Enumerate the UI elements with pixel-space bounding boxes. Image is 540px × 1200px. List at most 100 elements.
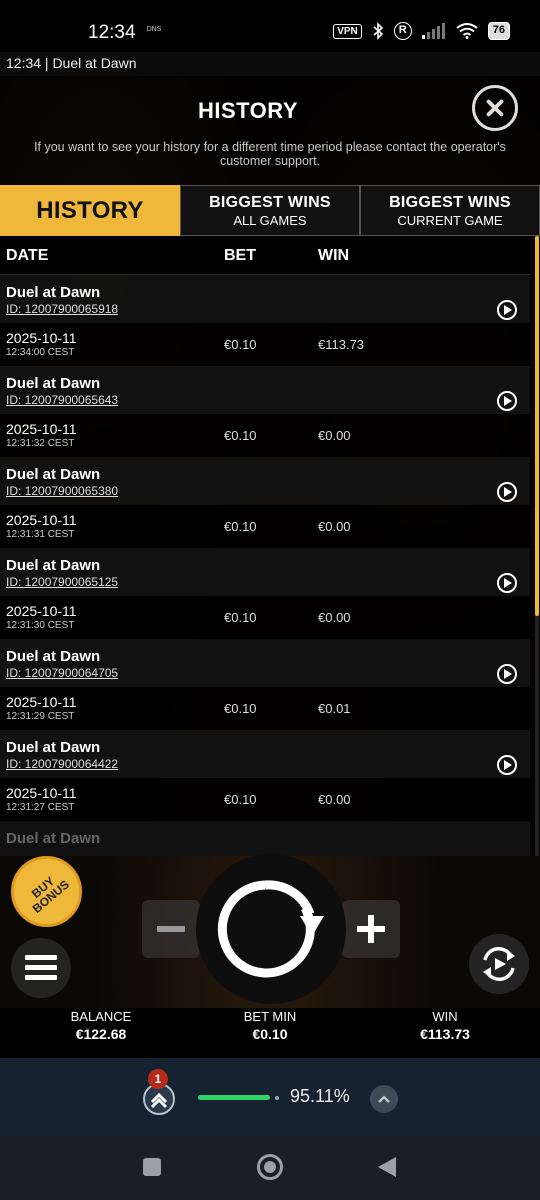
balance-stat: BALANCE €122.68 <box>41 1008 161 1042</box>
back-icon[interactable] <box>378 1157 396 1177</box>
history-entry: Duel at Dawn ID: 12007900064422 2025-10-… <box>0 730 530 821</box>
entry-bet: €0.10 <box>224 792 257 807</box>
entry-game-name: Duel at Dawn <box>6 375 101 392</box>
balance-label: BALANCE <box>70 1009 132 1024</box>
entry-bet: €0.10 <box>224 428 257 443</box>
tab-sublabel: ALL GAMES <box>233 212 307 228</box>
play-icon[interactable] <box>497 391 517 411</box>
spin-button[interactable] <box>196 854 346 1004</box>
dns-icon: DNS <box>146 26 162 33</box>
column-bet: BET <box>224 247 256 264</box>
entry-win: €0.00 <box>318 792 351 807</box>
registered-icon: R <box>393 22 412 40</box>
tab-label: BIGGEST WINS <box>389 193 511 211</box>
autoplay-button[interactable] <box>469 934 529 994</box>
history-entry: Duel at Dawn ID: 12007900065380 2025-10-… <box>0 457 530 548</box>
tab-label: BIGGEST WINS <box>209 193 331 211</box>
history-tabs: HISTORY BIGGEST WINS ALL GAMES BIGGEST W… <box>0 185 540 236</box>
tab-history[interactable]: HISTORY <box>0 185 180 236</box>
tab-history-label: HISTORY <box>36 196 144 224</box>
history-modal: HISTORY If you want to see your history … <box>0 76 540 856</box>
buy-bonus-label: BUY BONUS <box>28 873 72 916</box>
entry-game-name: Duel at Dawn <box>6 648 101 665</box>
home-icon[interactable] <box>257 1154 283 1180</box>
history-table-header: DATE BET WIN <box>0 236 530 275</box>
history-entry: Duel at Dawn ID: 12007900065643 2025-10-… <box>0 366 530 457</box>
entry-bet: €0.10 <box>224 519 257 534</box>
bet-label: BET MIN <box>243 1009 297 1024</box>
entry-win: €0.00 <box>318 610 351 625</box>
rtp-progress-bar <box>198 1095 270 1100</box>
entry-date: 2025-10-11 <box>6 512 77 528</box>
entry-round-id-link[interactable]: ID: 12007900065380 <box>6 484 118 498</box>
entry-game-name: Duel at Dawn <box>6 557 101 574</box>
history-entry: Duel at Dawn ID: 12007900064705 2025-10-… <box>0 639 530 730</box>
win-stat: WIN €113.73 <box>385 1008 505 1042</box>
win-value: €113.73 <box>420 1026 470 1042</box>
rtp-overlay-bar <box>0 1058 540 1136</box>
history-entry: Duel at Dawn <box>0 821 530 856</box>
close-icon[interactable] <box>472 85 518 131</box>
play-icon[interactable] <box>497 482 517 502</box>
play-icon[interactable] <box>497 300 517 320</box>
entry-win: €113.73 <box>318 337 365 352</box>
autoplay-icon <box>483 947 515 981</box>
entry-round-id-link[interactable]: ID: 12007900064422 <box>6 757 118 771</box>
play-icon[interactable] <box>497 664 517 684</box>
balance-value: €122.68 <box>75 1026 127 1042</box>
tab-sublabel: CURRENT GAME <box>397 212 503 228</box>
bluetooth-icon <box>373 22 383 40</box>
rtp-value: 95.11% <box>290 1086 350 1106</box>
entry-win: €0.01 <box>318 701 351 716</box>
wifi-icon <box>456 23 478 39</box>
game-top-bar: 12:34 | Duel at Dawn <box>0 52 540 76</box>
play-icon[interactable] <box>497 755 517 775</box>
entry-time: 12:31:27 CEST <box>6 802 75 813</box>
entry-game-name: Duel at Dawn <box>6 284 101 301</box>
scrollbar-thumb[interactable] <box>535 236 539 616</box>
history-entry: Duel at Dawn ID: 12007900065125 2025-10-… <box>0 548 530 639</box>
column-win: WIN <box>318 247 350 264</box>
bet-value: €0.10 <box>252 1026 288 1042</box>
entry-bet: €0.10 <box>224 610 257 625</box>
play-icon[interactable] <box>497 573 517 593</box>
chevron-up-icon[interactable] <box>370 1085 398 1113</box>
bet-decrease-button[interactable] <box>142 900 200 958</box>
entry-game-name: Duel at Dawn <box>6 466 101 483</box>
notification-badge: 1 <box>148 1069 168 1089</box>
entry-win: €0.00 <box>318 519 351 534</box>
status-bar: 12:34 DNS VPN R 76 <box>0 0 540 52</box>
entry-date: 2025-10-11 <box>6 603 77 619</box>
entry-date: 2025-10-11 <box>6 421 77 437</box>
entry-time: 12:31:31 CEST <box>6 529 75 540</box>
history-entry: Duel at Dawn ID: 12007900065918 2025-10-… <box>0 275 530 366</box>
entry-round-id-link[interactable]: ID: 12007900065918 <box>6 302 118 316</box>
vpn-icon: VPN <box>333 23 362 39</box>
recents-icon[interactable] <box>143 1158 161 1176</box>
tab-biggest-wins-current-game[interactable]: BIGGEST WINS CURRENT GAME <box>360 185 540 236</box>
status-time: 12:34 <box>88 22 136 43</box>
entry-round-id-link[interactable]: ID: 12007900065125 <box>6 575 118 589</box>
signal-icon <box>421 23 445 39</box>
status-icons: VPN R 76 <box>333 22 510 40</box>
menu-icon[interactable] <box>11 938 71 998</box>
entry-round-id-link[interactable]: ID: 12007900065643 <box>6 393 118 407</box>
entry-bet: €0.10 <box>224 701 257 716</box>
entry-game-name: Duel at Dawn <box>6 830 101 847</box>
column-date: DATE <box>6 247 49 264</box>
win-label: WIN <box>432 1009 458 1024</box>
entry-date: 2025-10-11 <box>6 694 77 710</box>
entry-round-id-link[interactable]: ID: 12007900064705 <box>6 666 118 680</box>
bet-increase-button[interactable] <box>342 900 400 958</box>
bet-stat[interactable]: BET MIN €0.10 <box>210 1008 330 1042</box>
entry-time: 12:31:30 CEST <box>6 620 75 631</box>
tab-biggest-wins-all-games[interactable]: BIGGEST WINS ALL GAMES <box>180 185 360 236</box>
game-stats: BALANCE €122.68 BET MIN €0.10 WIN €113.7… <box>0 1008 540 1058</box>
rtp-progress-dot <box>275 1096 279 1100</box>
modal-title: HISTORY <box>197 98 299 123</box>
history-list: Duel at Dawn ID: 12007900065918 2025-10-… <box>0 275 530 856</box>
entry-date: 2025-10-11 <box>6 330 77 346</box>
buy-bonus-button[interactable]: BUY BONUS <box>11 856 82 927</box>
history-info-text: If you want to see your history for a di… <box>34 140 506 168</box>
entry-time: 12:31:29 CEST <box>6 711 75 722</box>
